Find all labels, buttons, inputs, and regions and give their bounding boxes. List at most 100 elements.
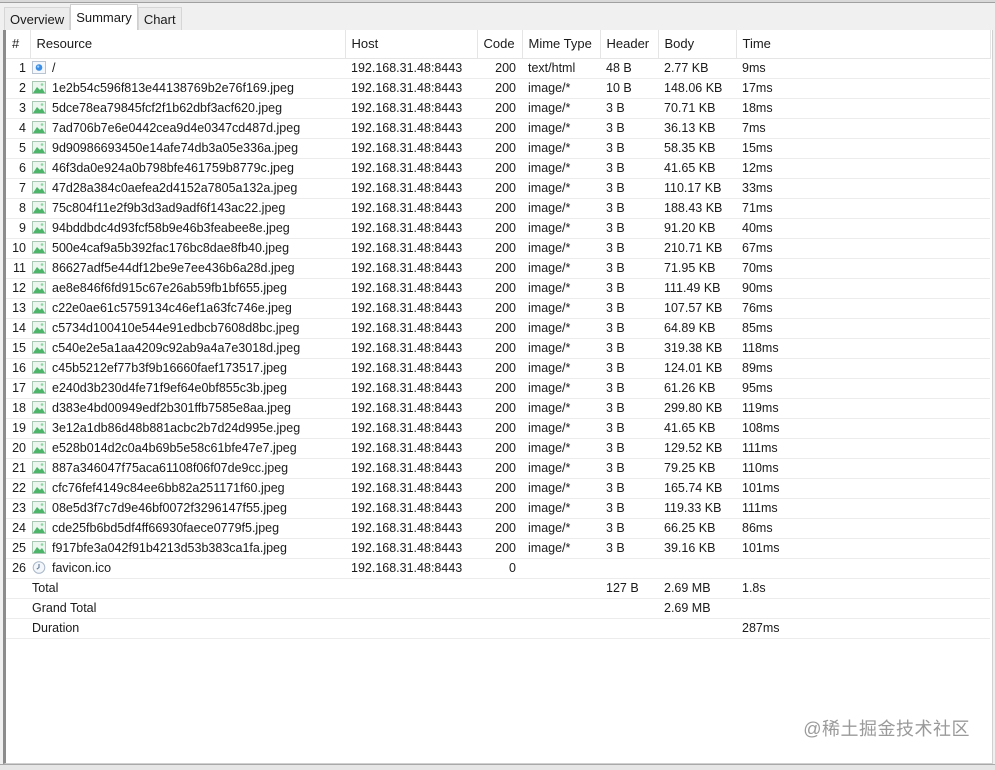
table-row[interactable]: 21 887a346047f75aca61108f06f07de9cc.jpeg 1…: [6, 458, 990, 479]
table-row[interactable]: 12 ae8e846f6fd915c67e26ab59fb1bf655.jpeg 1…: [6, 278, 990, 299]
code-cell: 200: [477, 358, 522, 379]
column-header-mime-type[interactable]: Mime Type: [522, 30, 601, 59]
column-header-header[interactable]: Header: [600, 30, 659, 59]
table-row[interactable]: 20 e528b014d2c0a4b69b5e58c61bfe47e7.jpeg 1…: [6, 438, 990, 459]
mime-type-cell: image/*: [522, 78, 600, 99]
code-cell: 0: [477, 558, 522, 579]
table-row[interactable]: 11 86627adf5e44df12be9e7ee436b6a28d.jpeg 1…: [6, 258, 990, 279]
header-size-cell: 3 B: [600, 318, 658, 339]
table-row[interactable]: 7 47d28a384c0aefea2d4152a7805a132a.jpeg 19…: [6, 178, 990, 199]
column-header-code[interactable]: Code: [477, 30, 523, 59]
resource-cell: 500e4caf9a5b392fac176bc8dae8fb40.jpeg: [30, 238, 345, 259]
body-size-cell: 319.38 KB: [658, 338, 736, 359]
code-cell: 200: [477, 178, 522, 199]
header-size-cell: 3 B: [600, 338, 658, 359]
resource-cell: c5734d100410e544e91edbcb7608d8bc.jpeg: [30, 318, 345, 339]
time-cell: 111ms: [736, 438, 990, 459]
table-row[interactable]: 13 c22e0ae61c5759134c46ef1a63fc746e.jpeg 1…: [6, 298, 990, 319]
table-row[interactable]: 3 5dce78ea79845fcf2f1b62dbf3acf620.jpeg 19…: [6, 98, 990, 119]
code-cell: 200: [477, 458, 522, 479]
tab-chart[interactable]: Chart: [137, 7, 182, 30]
summary-time: 1.8s: [736, 578, 990, 599]
time-cell: 95ms: [736, 378, 990, 399]
time-cell: 15ms: [736, 138, 990, 159]
resource-name: ae8e846f6fd915c67e26ab59fb1bf655.jpeg: [52, 281, 287, 295]
resource-name: c540e2e5a1aa4209c92ab9a4a7e3018d.jpeg: [52, 341, 301, 355]
table-row[interactable]: 18 d383e4bd00949edf2b301ffb7585e8aa.jpeg 1…: [6, 398, 990, 419]
table-row[interactable]: 6 46f3da0e924a0b798bfe461759b8779c.jpeg 19…: [6, 158, 990, 179]
mime-type-cell: [522, 558, 600, 579]
code-cell: 200: [477, 298, 522, 319]
code-cell: 200: [477, 218, 522, 239]
table-row[interactable]: 26 favicon.ico 192.168.31.48:8443 0: [6, 558, 990, 579]
column-header-host[interactable]: Host: [345, 30, 478, 59]
table-row[interactable]: 24 cde25fb6bd5df4ff66930faece0779f5.jpeg 1…: [6, 518, 990, 539]
body-size-cell: 110.17 KB: [658, 178, 736, 199]
resource-cell: 86627adf5e44df12be9e7ee436b6a28d.jpeg: [30, 258, 345, 279]
resource-cell: 1e2b54c596f813e44138769b2e76f169.jpeg: [30, 78, 345, 99]
resource-name: e240d3b230d4fe71f9ef64e0bf855c3b.jpeg: [52, 381, 287, 395]
host-cell: 192.168.31.48:8443: [345, 218, 477, 239]
table-row[interactable]: 2 1e2b54c596f813e44138769b2e76f169.jpeg 19…: [6, 78, 990, 99]
table-row[interactable]: 23 08e5d3f7c7d9e46bf0072f3296147f55.jpeg 1…: [6, 498, 990, 519]
tab-bar: Overview Summary Chart: [4, 4, 182, 30]
host-cell: 192.168.31.48:8443: [345, 158, 477, 179]
body-size-cell: 111.49 KB: [658, 278, 736, 299]
host-cell: 192.168.31.48:8443: [345, 298, 477, 319]
row-index: 2: [6, 78, 30, 99]
resource-cell: ae8e846f6fd915c67e26ab59fb1bf655.jpeg: [30, 278, 345, 299]
body-size-cell: 41.65 KB: [658, 418, 736, 439]
summary-body-size: 2.69 MB: [658, 578, 736, 599]
image-file-icon: [32, 541, 52, 555]
mime-type-cell: image/*: [522, 518, 600, 539]
body-size-cell: 2.77 KB: [658, 58, 736, 79]
table-row[interactable]: 9 94bddbdc4d93fcf58b9e46b3feabee8e.jpeg 19…: [6, 218, 990, 239]
time-cell: 33ms: [736, 178, 990, 199]
table-row[interactable]: 22 cfc76fef4149c84ee6bb82a251171f60.jpeg 1…: [6, 478, 990, 499]
table-row[interactable]: 15 c540e2e5a1aa4209c92ab9a4a7e3018d.jpeg 1…: [6, 338, 990, 359]
code-cell: 200: [477, 478, 522, 499]
resource-name: c45b5212ef77b3f9b16660faef173517.jpeg: [52, 361, 287, 375]
column-header-time[interactable]: Time: [736, 30, 991, 59]
code-cell: 200: [477, 138, 522, 159]
resource-name: 08e5d3f7c7d9e46bf0072f3296147f55.jpeg: [52, 501, 287, 515]
summary-time: [736, 598, 990, 619]
summary-row: Total 127 B 2.69 MB 1.8s: [6, 578, 990, 599]
table-row[interactable]: 16 c45b5212ef77b3f9b16660faef173517.jpeg 1…: [6, 358, 990, 379]
body-size-cell: 107.57 KB: [658, 298, 736, 319]
row-index: 6: [6, 158, 30, 179]
header-size-cell: 3 B: [600, 438, 658, 459]
code-cell: 200: [477, 398, 522, 419]
time-cell: 18ms: [736, 98, 990, 119]
table-row[interactable]: 19 3e12a1db86d48b881acbc2b7d24d995e.jpeg 1…: [6, 418, 990, 439]
column-header-resource[interactable]: Resource: [30, 30, 346, 59]
tab-summary[interactable]: Summary: [70, 4, 138, 30]
code-cell: 200: [477, 498, 522, 519]
table-row[interactable]: 5 9d90986693450e14afe74db3a05e336a.jpeg 19…: [6, 138, 990, 159]
column-header-body[interactable]: Body: [658, 30, 737, 59]
tab-overview[interactable]: Overview: [4, 7, 71, 30]
column-header-index[interactable]: #: [6, 30, 31, 59]
table-row[interactable]: 17 e240d3b230d4fe71f9ef64e0bf855c3b.jpeg 1…: [6, 378, 990, 399]
table-row[interactable]: 14 c5734d100410e544e91edbcb7608d8bc.jpeg 1…: [6, 318, 990, 339]
table-row[interactable]: 4 7ad706b7e6e0442cea9d4e0347cd487d.jpeg 19…: [6, 118, 990, 139]
row-index: 7: [6, 178, 30, 199]
body-size-cell: 299.80 KB: [658, 398, 736, 419]
body-size-cell: 61.26 KB: [658, 378, 736, 399]
host-cell: 192.168.31.48:8443: [345, 118, 477, 139]
host-cell: 192.168.31.48:8443: [345, 418, 477, 439]
time-cell: 89ms: [736, 358, 990, 379]
resource-name: 1e2b54c596f813e44138769b2e76f169.jpeg: [52, 81, 294, 95]
table-row[interactable]: 25 f917bfe3a042f91b4213d53b383ca1fa.jpeg 1…: [6, 538, 990, 559]
time-cell: 17ms: [736, 78, 990, 99]
body-size-cell: 41.65 KB: [658, 158, 736, 179]
table-row[interactable]: 8 75c804f11e2f9b3d3ad9adf6f143ac22.jpeg 19…: [6, 198, 990, 219]
resource-name: favicon.ico: [52, 561, 112, 575]
row-index: 11: [6, 258, 30, 279]
code-cell: 200: [477, 538, 522, 559]
header-size-cell: 3 B: [600, 278, 658, 299]
table-row[interactable]: 10 500e4caf9a5b392fac176bc8dae8fb40.jpeg 1…: [6, 238, 990, 259]
body-size-cell: 79.25 KB: [658, 458, 736, 479]
table-row[interactable]: 1 / 192.168.31.48:8443 200 text/html 48 B 2.77…: [6, 58, 990, 79]
host-cell: 192.168.31.48:8443: [345, 518, 477, 539]
